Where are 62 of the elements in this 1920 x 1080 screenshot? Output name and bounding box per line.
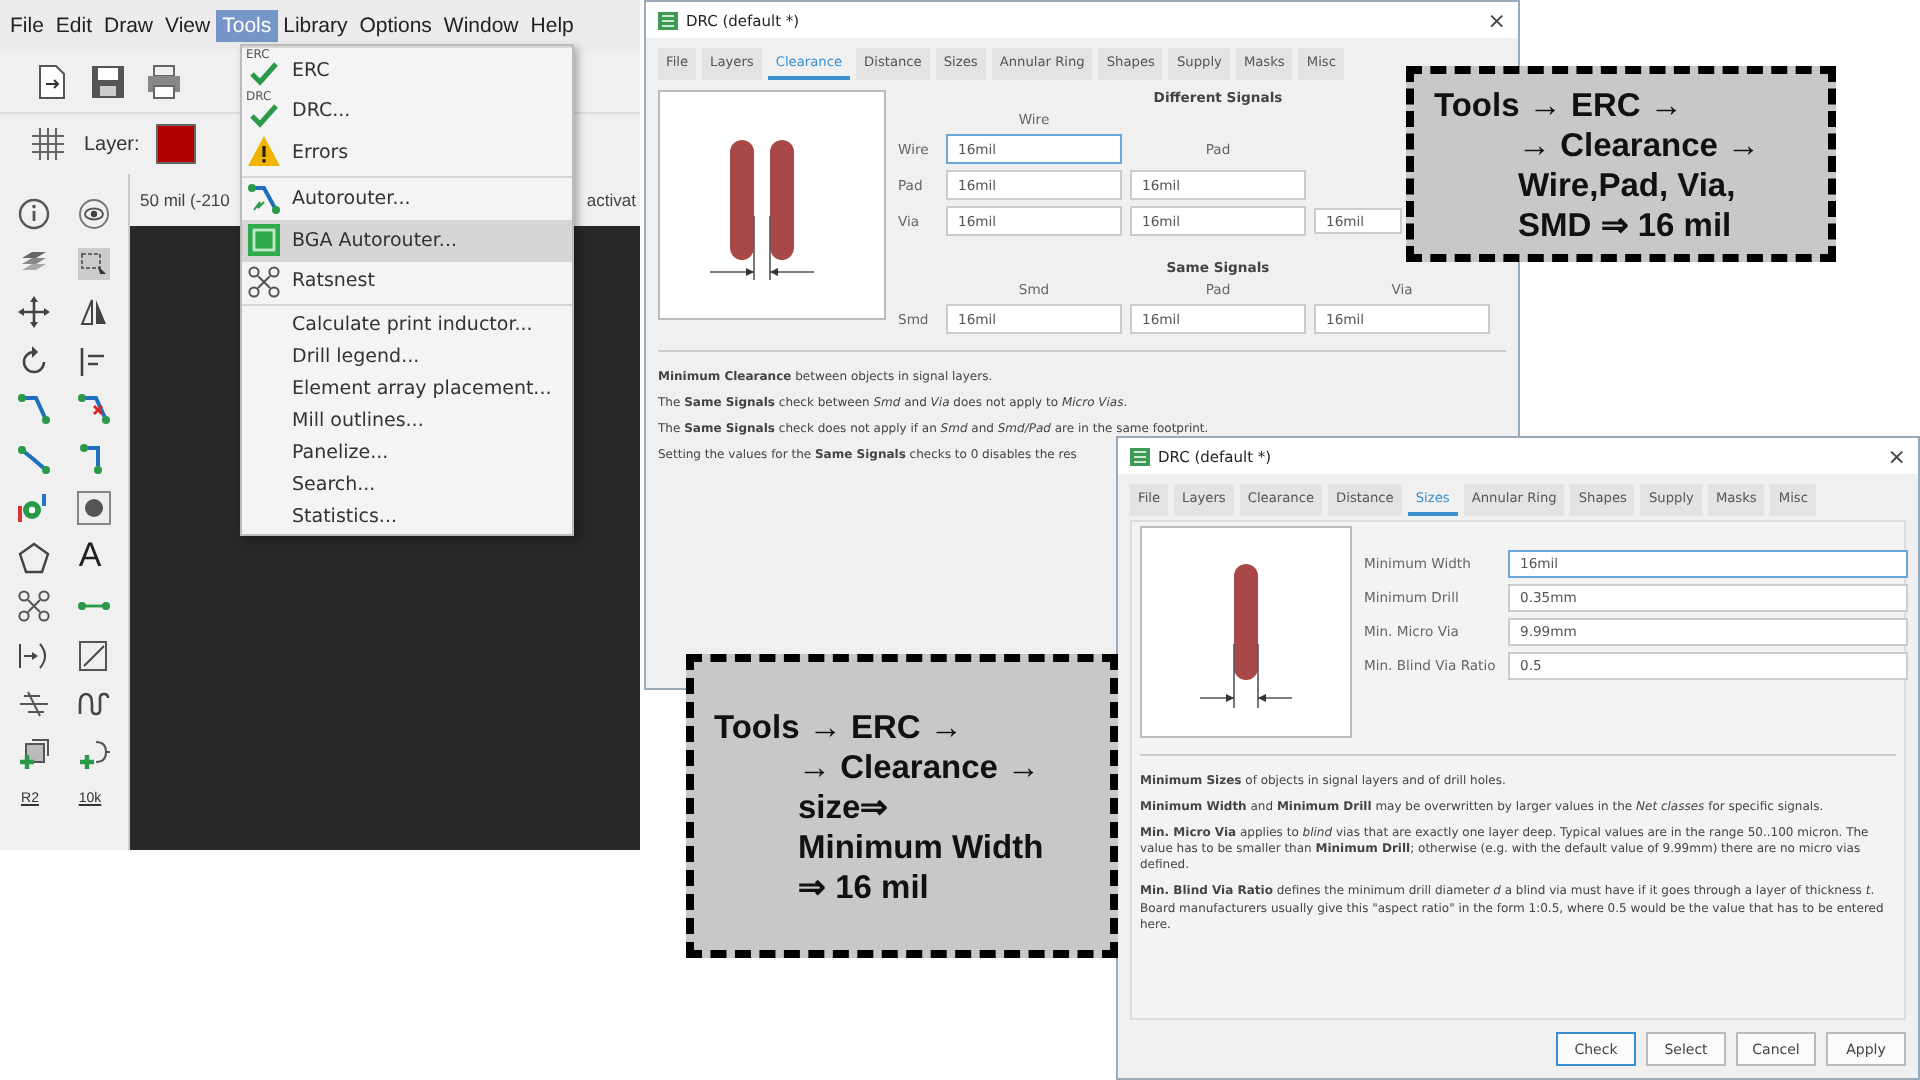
move-icon[interactable]: [16, 294, 52, 331]
grid-icon[interactable]: [28, 124, 68, 164]
autoroute-icon[interactable]: [16, 441, 52, 478]
status-hint: activat: [586, 190, 636, 210]
menu-item[interactable]: Mill outlines...: [292, 409, 424, 431]
via-icon[interactable]: [16, 490, 52, 527]
print-icon[interactable]: [144, 62, 184, 102]
dimension-icon[interactable]: [76, 637, 112, 674]
menu-item[interactable]: Errors: [292, 141, 349, 164]
ripup-icon[interactable]: [76, 392, 112, 429]
menu-item[interactable]: Library: [277, 10, 354, 42]
menu-item[interactable]: Draw: [98, 10, 160, 42]
select-icon[interactable]: [76, 245, 112, 282]
window-icon: [658, 11, 678, 29]
menu-item[interactable]: Ratsnest: [292, 270, 375, 293]
callout-text: Wire,Pad, Via,: [1516, 166, 1738, 206]
callout-text: SMD ⇒ 16 mil: [1516, 206, 1734, 246]
menu-item[interactable]: Element array placement...: [292, 377, 552, 399]
menu-item[interactable]: BGA Autorouter...: [292, 229, 457, 252]
callout-text: Minimum Width: [796, 828, 1046, 868]
callout-text: Tools → ERC →: [714, 708, 965, 748]
callout-text: → Clearance →: [796, 748, 1043, 788]
warning-icon: [246, 134, 282, 171]
info-icon[interactable]: [16, 196, 52, 233]
menu-item[interactable]: Panelize...: [292, 441, 389, 463]
menu-item[interactable]: Drill legend...: [292, 345, 420, 367]
text-tool[interactable]: A: [68, 533, 112, 577]
gate-icon[interactable]: [76, 735, 112, 772]
ratsnest-icon[interactable]: [16, 588, 52, 625]
route-icon[interactable]: [16, 392, 52, 429]
menu-item[interactable]: Options: [353, 10, 438, 42]
pad-icon[interactable]: [76, 490, 112, 527]
polygon-icon[interactable]: [16, 539, 52, 576]
layer-label: Layer:: [84, 133, 140, 155]
menu-item-highlight[interactable]: BGA Autorouter...: [242, 220, 572, 261]
callout-text: Tools → ERC →: [1434, 86, 1685, 126]
menu-item[interactable]: Help: [524, 10, 580, 42]
menu-item[interactable]: Search...: [292, 473, 376, 495]
add-part-icon[interactable]: [16, 735, 52, 772]
menu-item[interactable]: ERC: [292, 59, 330, 82]
square-icon: [246, 222, 282, 259]
menu-item[interactable]: Window: [437, 10, 525, 42]
close-button[interactable]: ×: [1487, 7, 1506, 33]
menu-item[interactable]: Autorouter...: [292, 188, 411, 211]
menu-item[interactable]: DRC...: [292, 100, 351, 123]
eye-icon[interactable]: [76, 196, 112, 233]
close-button[interactable]: ×: [1887, 443, 1906, 469]
window-icon: [1130, 447, 1150, 465]
callout-text: size⇒: [796, 788, 891, 828]
mirror-icon[interactable]: [76, 294, 112, 331]
menu-item[interactable]: Statistics...: [292, 505, 397, 527]
save-icon[interactable]: [88, 62, 128, 102]
layer-swatch[interactable]: [155, 124, 196, 164]
callout-text: ⇒ 16 mil: [796, 868, 931, 908]
ratsnest-icon: [246, 263, 282, 300]
menu-item[interactable]: View: [159, 10, 217, 42]
menu-item[interactable]: Edit: [49, 10, 99, 42]
menu-item[interactable]: File: [4, 10, 50, 42]
menu-item[interactable]: Calculate print inductor...: [292, 313, 533, 335]
callout-text: → Clearance →: [1516, 126, 1763, 166]
coordinate-readout: 50 mil (-210: [140, 190, 230, 210]
route-icon: [246, 181, 282, 218]
